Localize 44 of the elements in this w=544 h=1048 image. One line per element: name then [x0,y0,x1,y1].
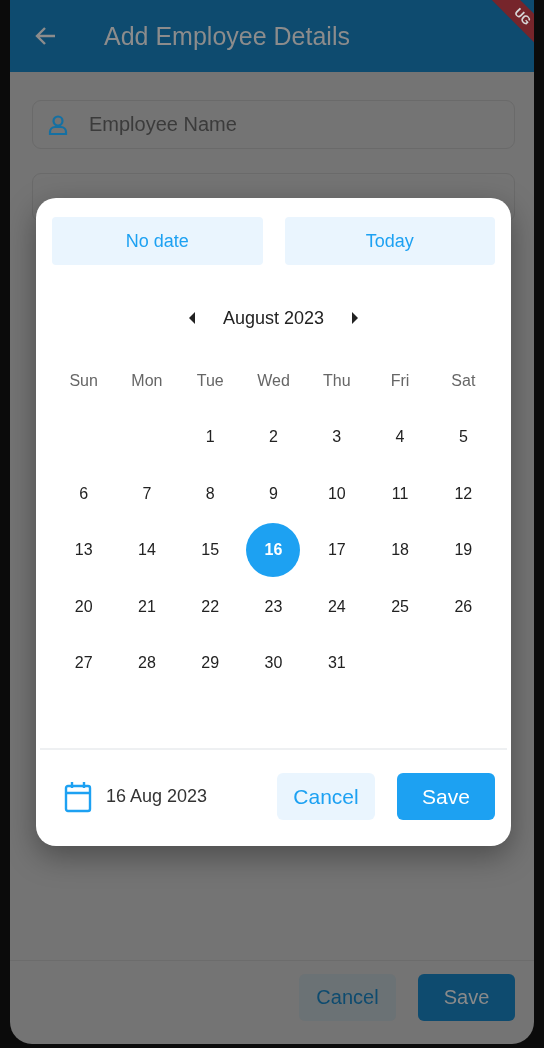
weekday-label: Mon [131,371,163,391]
calendar-day[interactable]: 21 [119,579,174,634]
calendar-day[interactable]: 7 [119,466,174,521]
calendar-day[interactable]: 24 [309,579,364,634]
person-icon [47,113,69,136]
calendar-day[interactable]: 27 [56,636,111,691]
calendar-day[interactable]: 18 [373,523,428,578]
calendar-day[interactable]: 14 [119,523,174,578]
next-month-icon[interactable] [352,312,359,324]
calendar-day[interactable]: 1 [183,410,238,465]
calendar-day[interactable]: 10 [309,466,364,521]
calendar-day[interactable]: 25 [373,579,428,634]
calendar-day[interactable]: 29 [183,636,238,691]
calendar-day[interactable]: 28 [119,636,174,691]
calendar-day[interactable]: 3 [309,410,364,465]
selected-date: 16 Aug 2023 [106,786,209,807]
calendar-day[interactable]: 2 [246,410,301,465]
weekday-label: Tue [196,371,224,391]
calendar-day[interactable]: 31 [309,636,364,691]
calendar-day[interactable]: 9 [246,466,301,521]
calendar-icon [64,780,92,813]
weekday-label: Thu [323,371,351,391]
month-label: August 2023 [222,307,325,329]
page-title: Add Employee Details [104,21,350,51]
calendar-day[interactable]: 30 [246,636,301,691]
calendar-day[interactable]: 6 [56,466,111,521]
calendar-day[interactable]: 17 [309,523,364,578]
weekday-label: Sun [69,371,98,391]
calendar-day[interactable]: 26 [436,579,491,634]
weekday-label: Wed [257,371,290,391]
calendar-day[interactable]: 4 [373,410,428,465]
calendar-day[interactable]: 19 [436,523,491,578]
previous-month-icon[interactable] [188,312,195,324]
calendar-day[interactable]: 5 [436,410,491,465]
calendar-day[interactable]: 20 [56,579,111,634]
calendar-day[interactable]: 13 [56,523,111,578]
calendar-day[interactable]: 11 [373,466,428,521]
calendar-day[interactable]: 22 [183,579,238,634]
weekday-label: Fri [390,371,410,391]
calendar-day[interactable]: 15 [183,523,238,578]
calendar-day[interactable]: 12 [436,466,491,521]
calendar-day[interactable]: 8 [183,466,238,521]
weekday-label: Sat [451,371,476,391]
calendar-day[interactable]: 23 [246,579,301,634]
